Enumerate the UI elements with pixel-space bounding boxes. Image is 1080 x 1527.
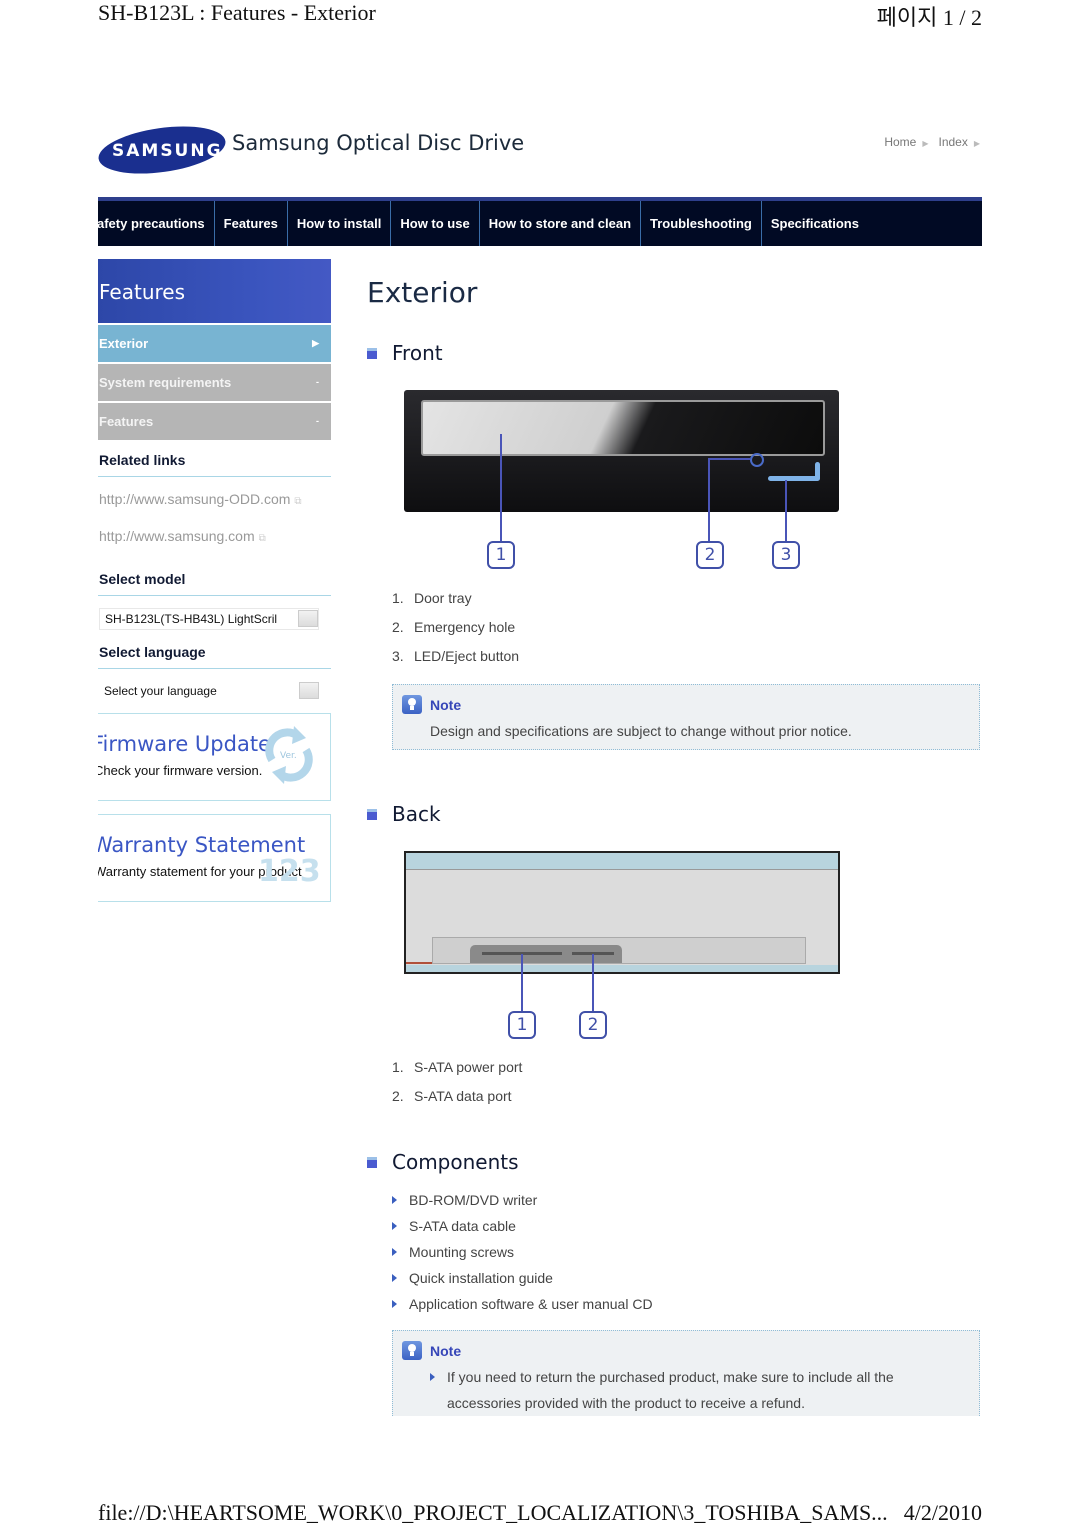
numbers-icon: 123 — [258, 854, 320, 889]
section-components-title: Components — [367, 1150, 519, 1174]
bullet-arrow-icon — [392, 1248, 397, 1256]
back-panel-diagram: 1 2 — [404, 851, 840, 1046]
callout-2: 2 — [579, 1011, 607, 1039]
note-label: Note — [430, 696, 462, 713]
door-tray — [421, 400, 825, 456]
related-link-samsung-odd[interactable]: http://www.samsung-ODD.com ⧉ — [98, 477, 331, 511]
external-link-icon: ⧉ — [258, 533, 266, 544]
bullet-arrow-icon — [392, 1300, 397, 1308]
svg-text:123: 123 — [258, 854, 320, 889]
related-link-samsung[interactable]: http://www.samsung.com ⧉ — [98, 511, 331, 548]
page-title: Exterior — [367, 276, 478, 309]
index-link[interactable]: Index ▶ — [938, 135, 980, 149]
callout-2: 2 — [696, 541, 724, 569]
dash-icon: - — [316, 377, 319, 387]
callout-1: 1 — [487, 541, 515, 569]
bullet-arrow-icon — [392, 1222, 397, 1230]
logo-text: SAMSUNG — [112, 141, 223, 161]
dropdown-button[interactable] — [298, 610, 318, 627]
firmware-update-banner[interactable]: Firmware Update Check your firmware vers… — [98, 713, 331, 801]
nav-troubleshooting[interactable]: Troubleshooting — [641, 201, 762, 246]
list-item: Quick installation guide — [392, 1270, 653, 1296]
front-panel-diagram: 1 2 3 — [404, 390, 839, 575]
print-header-title: SH-B123L : Features - Exterior — [98, 0, 376, 25]
bullet-arrow-icon — [430, 1373, 435, 1381]
sidebar: Features Exterior ▶ System requirements … — [98, 259, 331, 902]
chevron-right-icon: ▶ — [312, 338, 319, 348]
print-footer-path: file://D:\HEARTSOME_WORK\0_PROJECT_LOCAL… — [98, 1500, 888, 1525]
section-bullet-icon — [367, 347, 377, 359]
list-item: 1. S-ATA power port — [392, 1059, 523, 1075]
back-parts-list: 1. S-ATA power port 2. S-ATA data port — [392, 1059, 522, 1117]
list-item: BD-ROM/DVD writer — [392, 1192, 653, 1218]
external-link-icon: ⧉ — [294, 496, 302, 507]
sidebar-item-label: System requirements — [99, 375, 232, 390]
front-parts-list: 1. Door tray 2. Emergency hole 3. LED/Eject… — [392, 590, 519, 677]
components-list: BD-ROM/DVD writer S-ATA data cable Mount… — [392, 1192, 653, 1322]
note-text-continued: accessories provided with the product to… — [447, 1395, 805, 1411]
list-item: Mounting screws — [392, 1244, 653, 1270]
note-text: If you need to return the purchased prod… — [430, 1369, 894, 1385]
language-select[interactable]: Select your language — [99, 681, 319, 701]
note-text: Design and specifications are subject to… — [430, 723, 852, 739]
list-item: 2. Emergency hole — [392, 619, 516, 635]
sidebar-item-features[interactable]: Features - — [98, 401, 331, 440]
firmware-update-desc: Check your firmware version. — [98, 763, 263, 778]
callout-1: 1 — [508, 1011, 536, 1039]
lightbulb-icon — [402, 1341, 422, 1360]
note-box: Note If you need to return the purchased… — [392, 1330, 980, 1416]
related-links-title: Related links — [98, 440, 331, 477]
sidebar-item-label: Features — [99, 414, 154, 429]
section-front-title: Front — [367, 341, 443, 365]
site-title: Samsung Optical Disc Drive — [232, 131, 525, 155]
samsung-logo[interactable]: SAMSUNG — [95, 119, 229, 181]
sidebar-item-system-requirements[interactable]: System requirements - — [98, 362, 331, 401]
section-back-title: Back — [367, 802, 441, 826]
nav-specifications[interactable]: Specifications — [762, 201, 868, 246]
nav-how-to-use[interactable]: How to use — [391, 201, 480, 246]
list-item: S-ATA data cable — [392, 1218, 653, 1244]
sidebar-item-exterior[interactable]: Exterior ▶ — [98, 323, 331, 362]
model-select[interactable]: SH-B123L(TS-HB43L) LightScril — [99, 608, 319, 630]
warranty-statement-banner[interactable]: Warranty Statement Warranty statement fo… — [98, 814, 331, 902]
home-link[interactable]: Home ▶ — [884, 135, 928, 149]
nav-safety-precautions[interactable]: afety precautions — [98, 201, 215, 246]
firmware-update-title: Firmware Update — [98, 732, 271, 756]
sidebar-item-label: Exterior — [99, 336, 149, 351]
list-item: 1. Door tray — [392, 590, 472, 606]
print-footer-date: 4/2/2010 — [903, 1500, 982, 1525]
top-navigation: afety precautions Features How to instal… — [98, 197, 982, 246]
utility-links: Home ▶ Index ▶ — [884, 135, 980, 149]
nav-features[interactable]: Features — [215, 201, 288, 246]
note-box: Note Design and specifications are subje… — [392, 684, 980, 750]
section-bullet-icon — [367, 808, 377, 820]
dropdown-button[interactable] — [299, 682, 319, 699]
list-item: Application software & user manual CD — [392, 1296, 653, 1322]
emergency-hole — [750, 453, 764, 467]
print-page-number: 페이지 1 / 2 — [876, 5, 982, 30]
lightbulb-icon — [402, 695, 422, 714]
bullet-arrow-icon — [392, 1196, 397, 1204]
select-model-title: Select model — [98, 548, 331, 596]
led-eject-button — [768, 476, 820, 481]
chevron-right-icon: ▶ — [922, 139, 929, 148]
chevron-right-icon: ▶ — [973, 139, 980, 148]
list-item: 2. S-ATA data port — [392, 1088, 512, 1104]
nav-how-to-store-and-clean[interactable]: How to store and clean — [480, 201, 642, 246]
nav-how-to-install[interactable]: How to install — [288, 201, 392, 246]
callout-3: 3 — [772, 541, 800, 569]
svg-text:Ver.: Ver. — [280, 751, 297, 761]
note-label: Note — [430, 1342, 462, 1359]
sidebar-header: Features — [98, 259, 331, 323]
refresh-version-icon: Ver. — [265, 726, 313, 784]
dash-icon: - — [316, 416, 319, 426]
list-item: 3. LED/Eject button — [392, 648, 520, 664]
select-language-title: Select language — [98, 642, 331, 669]
bullet-arrow-icon — [392, 1274, 397, 1282]
section-bullet-icon — [367, 1156, 377, 1168]
